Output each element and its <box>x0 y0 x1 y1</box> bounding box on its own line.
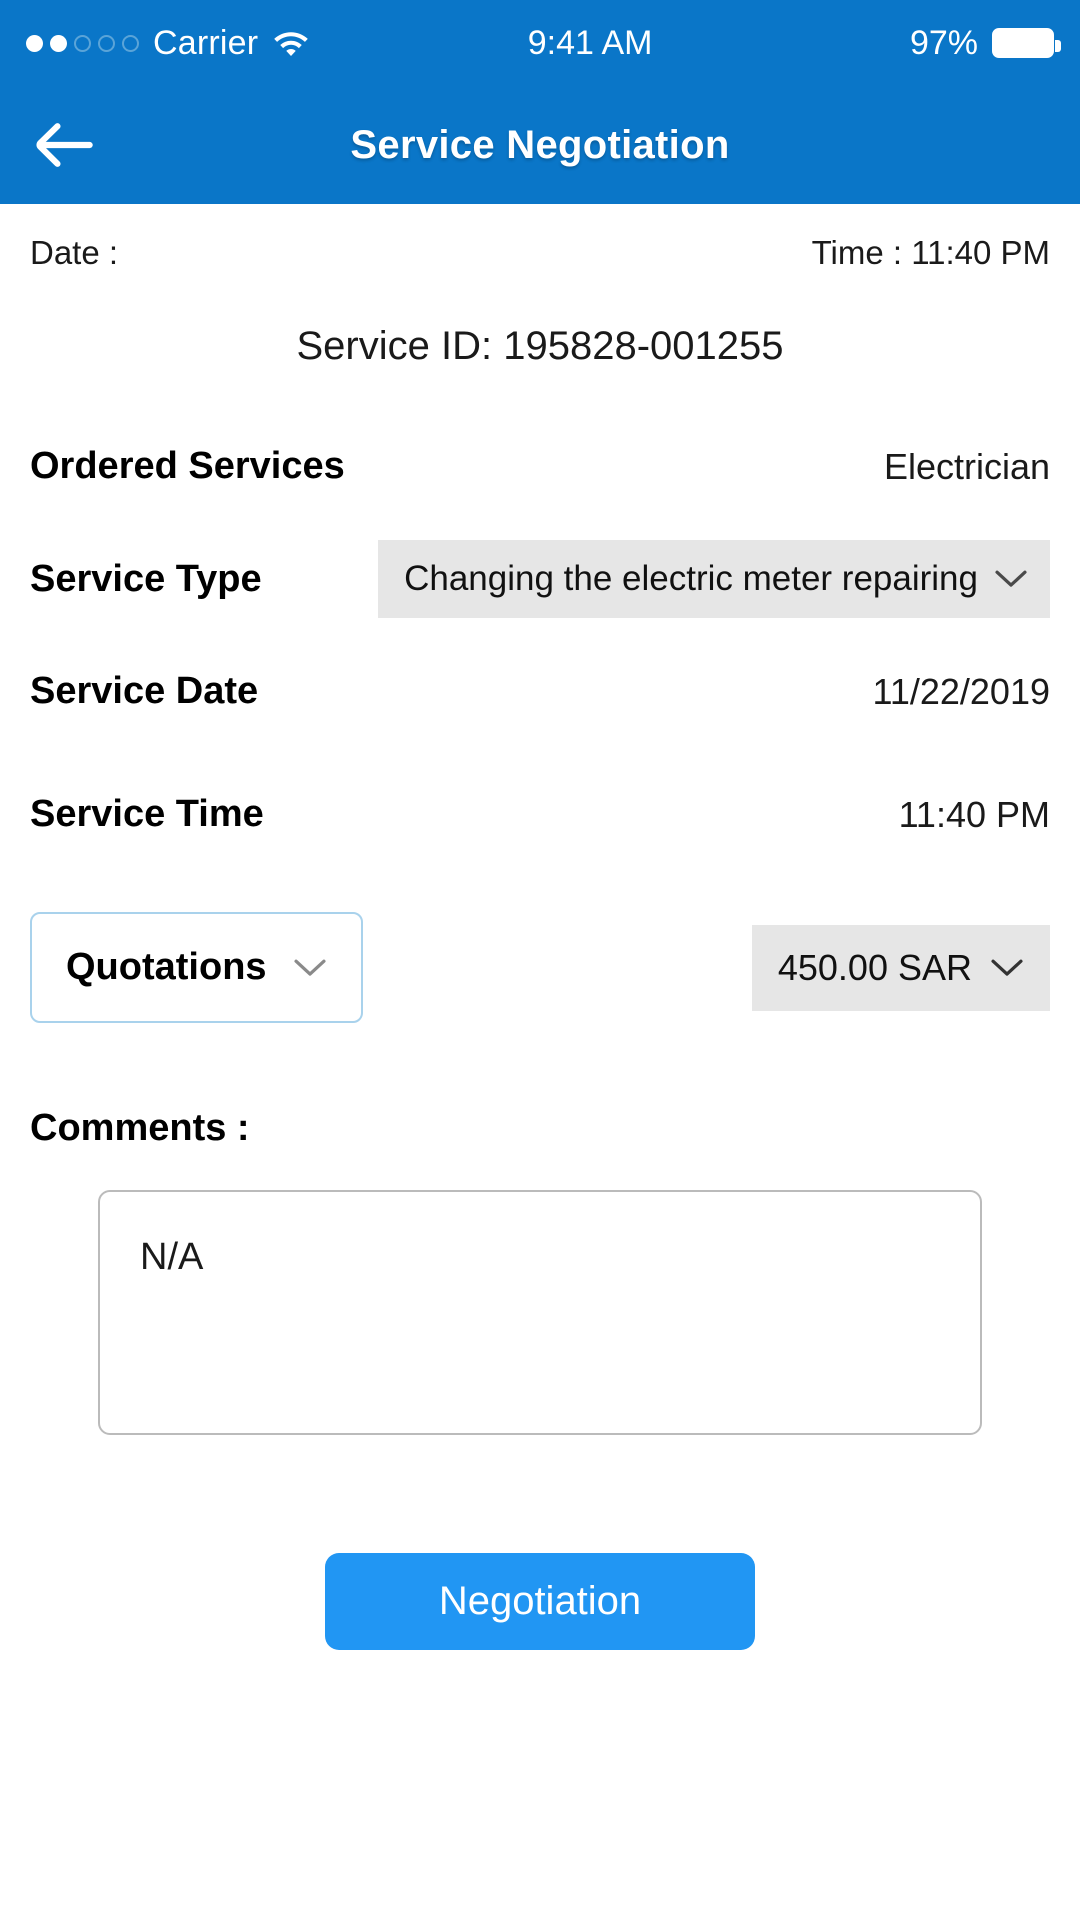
ordered-services-value: Electrician <box>883 445 1050 487</box>
chevron-down-icon <box>293 959 326 976</box>
date-label: Date : <box>30 234 119 271</box>
chevron-down-icon <box>991 959 1023 976</box>
quotations-label: Quotations <box>66 946 267 989</box>
quotations-dropdown[interactable]: Quotations <box>30 912 363 1024</box>
nav-bar: Service Negotiation <box>0 86 1080 204</box>
signal-dot-3 <box>74 34 91 52</box>
service-time-row: Service Time 11:40 PM <box>30 793 1050 836</box>
comments-value: N/A <box>140 1236 204 1279</box>
service-time-value: 11:40 PM <box>898 793 1050 835</box>
chevron-down-icon <box>995 570 1027 587</box>
status-bar-clock: 9:41 AM <box>527 23 653 62</box>
negotiation-button[interactable]: Negotiation <box>325 1553 755 1651</box>
service-date-value: 11/22/2019 <box>872 670 1050 712</box>
signal-dot-5 <box>122 34 139 52</box>
phone-screen: Carrier 9:41 AM 97% Service Negotiation … <box>0 0 1080 1920</box>
main-content: Date : Time : 11:40 PM Service ID: 19582… <box>0 204 1080 1920</box>
signal-strength-icon <box>26 34 139 52</box>
ordered-services-row: Ordered Services Electrician <box>30 445 1050 488</box>
signal-dot-1 <box>26 34 43 52</box>
quotation-price-dropdown[interactable]: 450.00 SAR <box>751 924 1050 1011</box>
back-button[interactable] <box>18 99 110 191</box>
comments-wrapper: N/A <box>30 1190 1050 1436</box>
service-type-dropdown[interactable]: Changing the electric meter repairing <box>378 540 1050 619</box>
time-label: Time : 11:40 PM <box>811 234 1050 271</box>
page-title: Service Negotiation <box>350 122 730 167</box>
service-date-label: Service Date <box>30 670 259 713</box>
date-time-row: Date : Time : 11:40 PM <box>30 234 1050 272</box>
arrow-left-icon <box>36 123 93 167</box>
battery-full-icon <box>992 28 1061 58</box>
battery-percentage-label: 97% <box>909 23 978 62</box>
status-bar-right: 97% <box>909 23 1061 63</box>
status-bar-left: Carrier <box>26 24 310 63</box>
carrier-label: Carrier <box>153 23 259 62</box>
signal-dot-4 <box>98 34 115 52</box>
service-date-row: Service Date 11/22/2019 <box>30 670 1050 713</box>
service-type-value: Changing the electric meter repairing <box>404 559 978 598</box>
quotation-price-value: 450.00 SAR <box>777 946 972 988</box>
service-type-row: Service Type Changing the electric meter… <box>30 540 1050 619</box>
service-type-label: Service Type <box>30 557 262 600</box>
service-time-label: Service Time <box>30 793 264 836</box>
comments-input[interactable]: N/A <box>98 1190 982 1436</box>
service-id-label: Service ID: 195828-001255 <box>296 324 784 368</box>
status-bar: Carrier 9:41 AM 97% <box>0 0 1080 86</box>
quotations-row: Quotations 450.00 SAR <box>30 912 1050 1024</box>
signal-dot-2 <box>50 34 67 52</box>
action-bar: Negotiation <box>30 1553 1050 1651</box>
ordered-services-label: Ordered Services <box>30 445 345 487</box>
comments-label: Comments : <box>30 1107 250 1150</box>
